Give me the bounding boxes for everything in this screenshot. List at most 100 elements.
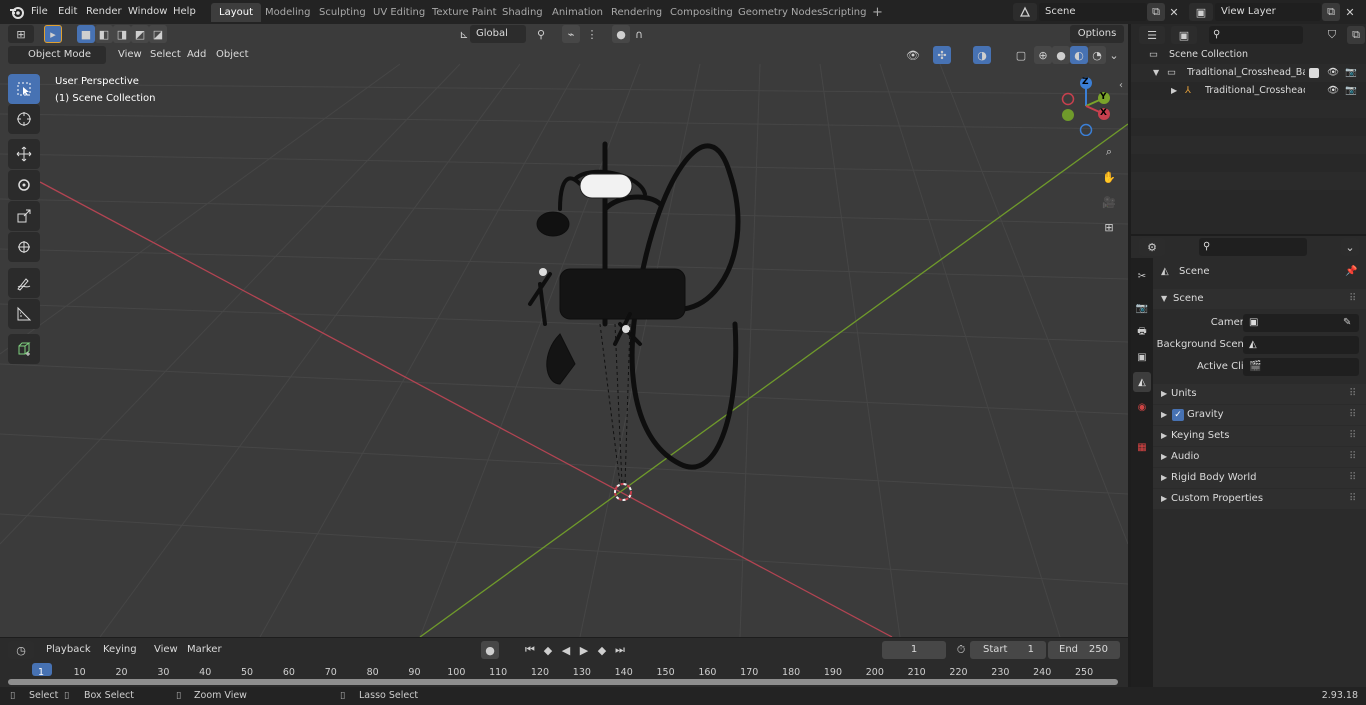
gizmo-toggle-icon[interactable]: ✣: [933, 46, 951, 64]
delete-scene-icon[interactable]: ✕: [1165, 3, 1183, 21]
pivot-point-icon[interactable]: ⚲: [532, 25, 550, 43]
timeline-menu-keying[interactable]: Keying: [97, 641, 145, 659]
menu-edit[interactable]: Edit: [58, 3, 77, 21]
visibility-eye-icon[interactable]: 👁: [1327, 82, 1339, 100]
tab-compositing[interactable]: Compositing: [662, 3, 741, 22]
prev-keyframe-icon[interactable]: ◆: [539, 641, 557, 659]
drag-handle-icon[interactable]: ⠿: [1349, 447, 1356, 467]
view-layer-name-field[interactable]: View Layer: [1215, 3, 1321, 21]
menu-file[interactable]: File: [31, 3, 48, 21]
end-frame-field[interactable]: End 250: [1048, 641, 1120, 659]
options-button[interactable]: Options: [1070, 25, 1124, 43]
output-tab-icon[interactable]: 🖶: [1133, 322, 1151, 342]
tool-transform-icon[interactable]: [8, 232, 40, 262]
delete-view-layer-icon[interactable]: ✕: [1341, 3, 1359, 21]
select-extend-icon[interactable]: ◧: [95, 25, 113, 43]
select-tool-icon[interactable]: ▸: [44, 25, 62, 43]
outliner-search-input[interactable]: ⚲: [1209, 26, 1303, 44]
select-intersect-icon[interactable]: ◩: [131, 25, 149, 43]
drag-handle-icon[interactable]: ⠿: [1349, 489, 1356, 509]
outliner-display-mode-icon[interactable]: ▣: [1171, 26, 1197, 44]
tab-texture-paint[interactable]: Texture Paint: [424, 3, 505, 22]
properties-options-icon[interactable]: ⌄: [1341, 238, 1359, 256]
play-reverse-icon[interactable]: ◀: [557, 641, 575, 659]
custom-properties-subpanel[interactable]: ▶ Custom Properties ⠿: [1153, 489, 1366, 509]
drag-handle-icon[interactable]: ⠿: [1349, 426, 1356, 446]
new-scene-icon[interactable]: ⧉: [1147, 3, 1165, 21]
material-shading-icon[interactable]: ◐: [1070, 46, 1088, 64]
navigation-gizmo[interactable]: Z Y X: [1056, 74, 1118, 137]
snap-icon[interactable]: ⌁: [562, 25, 580, 43]
drag-handle-icon[interactable]: ⠿: [1349, 384, 1356, 404]
outliner-editor-type-icon[interactable]: ☰: [1139, 26, 1165, 44]
next-keyframe-icon[interactable]: ◆: [593, 641, 611, 659]
expand-right-icon[interactable]: ▶: [1171, 82, 1177, 100]
outliner-row-scene-collection[interactable]: ▭ Scene Collection: [1131, 46, 1366, 64]
add-workspace-button[interactable]: +: [864, 3, 891, 22]
render-tab-icon[interactable]: 📷: [1133, 298, 1151, 318]
tool-add-cube-icon[interactable]: [8, 334, 40, 364]
scene-tab-icon[interactable]: ◭: [1133, 372, 1151, 392]
snap-target-icon[interactable]: ⋮: [583, 25, 601, 43]
tool-cursor-icon[interactable]: [8, 104, 40, 134]
select-subtract-icon[interactable]: ◨: [113, 25, 131, 43]
ortho-toggle-icon[interactable]: ⊞: [1099, 217, 1119, 237]
tab-modeling[interactable]: Modeling: [257, 3, 319, 22]
view-layer-selector-icon[interactable]: ▣: [1189, 3, 1213, 21]
viewport-menu-add[interactable]: Add: [187, 46, 206, 64]
shading-options-icon[interactable]: ⌄: [1105, 46, 1123, 64]
timeline-menu-marker[interactable]: Marker: [187, 641, 222, 659]
camera-field[interactable]: ▣ ✎: [1243, 314, 1359, 332]
jump-end-icon[interactable]: ⏭: [611, 641, 629, 659]
editor-type-icon[interactable]: ⊞: [8, 25, 34, 43]
tab-layout[interactable]: Layout: [211, 3, 261, 22]
visibility-eye-icon[interactable]: 👁: [1327, 64, 1339, 82]
view-layer-tab-icon[interactable]: ▣: [1133, 347, 1151, 367]
wireframe-shading-icon[interactable]: ⊕: [1034, 46, 1052, 64]
blender-logo-icon[interactable]: [9, 4, 25, 20]
viewport-menu-view[interactable]: View: [118, 46, 142, 64]
tab-animation[interactable]: Animation: [544, 3, 611, 22]
tab-shading[interactable]: Shading: [494, 3, 551, 22]
eyedropper-icon[interactable]: ✎: [1343, 314, 1351, 332]
tool-select-box-icon[interactable]: [8, 74, 40, 104]
jump-start-icon[interactable]: ⏮: [521, 641, 539, 659]
auto-keying-icon[interactable]: ●: [481, 641, 499, 659]
tool-move-icon[interactable]: [8, 139, 40, 169]
start-frame-field[interactable]: Start 1: [970, 641, 1046, 659]
outliner-new-collection-icon[interactable]: ⧉: [1347, 26, 1365, 44]
timeline-menu-playback[interactable]: Playback: [40, 641, 96, 659]
keying-sets-subpanel[interactable]: ▶ Keying Sets ⠿: [1153, 426, 1366, 446]
play-icon[interactable]: ▶: [575, 641, 593, 659]
tool-rotate-icon[interactable]: [8, 170, 40, 200]
background-scene-field[interactable]: ◭: [1243, 336, 1359, 354]
outliner-row-collection[interactable]: ▼ ▭ Traditional_Crosshead_Bath_S 👁 📷: [1131, 64, 1366, 82]
timeline-menu-view[interactable]: View: [154, 641, 178, 659]
falloff-icon[interactable]: ∩: [630, 25, 648, 43]
select-invert-icon[interactable]: ◪: [149, 25, 167, 43]
active-clip-field[interactable]: 🎬: [1243, 358, 1359, 376]
world-tab-icon[interactable]: ◉: [1133, 397, 1151, 417]
visibility-filter-icon[interactable]: 👁: [904, 46, 922, 64]
viewport-menu-select[interactable]: Select: [150, 46, 181, 64]
overlay-toggle-icon[interactable]: ◑: [973, 46, 991, 64]
scene-selector-icon[interactable]: [1013, 3, 1037, 21]
scene-panel-header[interactable]: ▼ Scene ⠿: [1153, 289, 1366, 309]
menu-render[interactable]: Render: [86, 3, 122, 21]
units-subpanel[interactable]: ▶ Units ⠿: [1153, 384, 1366, 404]
preview-range-icon[interactable]: ⏱: [952, 641, 970, 659]
timeline-scrollbar[interactable]: [8, 679, 1118, 685]
zoom-view-icon[interactable]: ⌕: [1099, 142, 1119, 162]
menu-help[interactable]: Help: [173, 3, 196, 21]
transform-orientation-dropdown[interactable]: Global: [470, 25, 526, 43]
select-new-icon[interactable]: ■: [77, 25, 95, 43]
sidebar-toggle-icon[interactable]: ‹: [1119, 80, 1123, 91]
pan-view-icon[interactable]: ✋: [1099, 167, 1119, 187]
tool-measure-icon[interactable]: [8, 299, 40, 329]
drag-handle-icon[interactable]: ⠿: [1349, 289, 1356, 309]
viewport-menu-object[interactable]: Object: [216, 46, 249, 64]
properties-search-input[interactable]: ⚲: [1199, 238, 1307, 256]
tool-scale-icon[interactable]: [8, 201, 40, 231]
menu-window[interactable]: Window: [128, 3, 167, 21]
audio-subpanel[interactable]: ▶ Audio ⠿: [1153, 447, 1366, 467]
